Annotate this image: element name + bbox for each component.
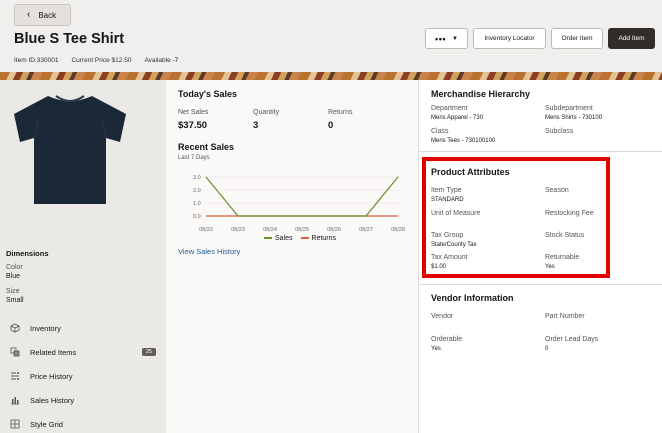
- more-icon: •••: [435, 33, 446, 44]
- chart-legend: Sales Returns: [264, 235, 336, 242]
- order-lead-days-label: Order Lead Days: [545, 336, 599, 343]
- net-sales-label: Net Sales: [178, 109, 209, 116]
- orderable-value: Yes: [431, 346, 441, 352]
- available-value: -7: [172, 57, 179, 64]
- class-label: Class: [431, 128, 449, 135]
- grid-icon: [10, 419, 20, 429]
- nav-sales-history[interactable]: Sales History: [10, 395, 156, 405]
- department-label: Department: [431, 105, 468, 112]
- product-attributes-highlight: [422, 157, 610, 278]
- item-id: Item ID 330001: [14, 57, 59, 64]
- recent-sales-subtitle: Last 7 Days: [178, 155, 210, 161]
- returns-value: 0: [328, 120, 334, 131]
- y-tick-label: 2.0: [193, 188, 201, 194]
- size-value: Small: [6, 297, 24, 304]
- available-label: Available: [144, 57, 171, 64]
- orderable-label: Orderable: [431, 336, 463, 343]
- section-divider: [419, 284, 662, 285]
- nav-related-items[interactable]: Related Items 25: [10, 347, 156, 357]
- subdepartment-label: Subdepartment: [545, 105, 593, 112]
- section-divider: [419, 151, 662, 152]
- todays-sales-title: Today's Sales: [178, 89, 238, 99]
- returns-label: Returns: [328, 109, 353, 116]
- nav-price-history[interactable]: Price History: [10, 371, 156, 381]
- back-button-label: Back: [38, 10, 57, 20]
- bar-chart-icon: [11, 397, 19, 405]
- vendor-information-title: Vendor Information: [431, 293, 514, 303]
- recent-sales-title: Recent Sales: [178, 142, 235, 152]
- y-tick-label: 3.0: [193, 175, 201, 181]
- legend-returns: Returns: [300, 235, 337, 242]
- merchandise-hierarchy-title: Merchandise Hierarchy: [431, 89, 531, 99]
- y-tick-label: 1.0: [193, 201, 201, 207]
- vendor-label: Vendor: [431, 313, 454, 320]
- chevron-left-icon: ‹: [27, 9, 31, 20]
- more-actions-button[interactable]: ••• ▼: [425, 28, 468, 49]
- x-tick-label: 08/25: [295, 227, 309, 233]
- related-items-icon: [10, 347, 20, 357]
- add-item-button[interactable]: Add Item: [608, 28, 655, 49]
- class-value: Mens Tees - 730100100: [431, 138, 496, 144]
- quantity-value: 3: [253, 120, 259, 131]
- x-tick-label: 08/22: [199, 227, 213, 233]
- sales-panel: Today's Sales Net Sales $37.50 Quantity …: [166, 80, 418, 433]
- related-items-count-badge: 25: [141, 348, 156, 356]
- decorative-banner: [0, 72, 662, 80]
- nav-price-history-label: Price History: [30, 371, 73, 381]
- price-history-icon: [11, 372, 19, 380]
- legend-returns-swatch: [300, 237, 309, 240]
- legend-sales-swatch: [264, 237, 272, 240]
- subclass-label: Subclass: [545, 128, 574, 135]
- left-panel: Dimensions Color Blue Size Small Invento…: [0, 80, 166, 433]
- department-value: Mens Apparel - 730: [431, 115, 484, 121]
- nav-inventory-label: Inventory: [30, 323, 61, 333]
- box-icon: [10, 323, 20, 333]
- subdepartment-value: Mens Shirts - 730100: [545, 115, 603, 121]
- page-title: Blue S Tee Shirt: [14, 31, 125, 47]
- color-value: Blue: [6, 273, 21, 280]
- legend-returns-label: Returns: [311, 235, 337, 242]
- series-line-sales: [205, 176, 399, 217]
- nav-style-grid-label: Style Grid: [30, 419, 63, 429]
- nav-inventory[interactable]: Inventory: [10, 323, 156, 333]
- x-tick-label: 08/27: [359, 227, 373, 233]
- caret-down-icon: ▼: [452, 35, 458, 42]
- color-label: Color: [6, 264, 23, 271]
- y-tick-label: 0.0: [193, 214, 201, 220]
- order-item-button[interactable]: Order Item: [551, 28, 603, 49]
- order-lead-days-value: 0: [545, 346, 549, 352]
- x-tick-label: 08/26: [327, 227, 341, 233]
- quantity-label: Quantity: [253, 109, 280, 116]
- legend-sales-label: Sales: [275, 235, 293, 242]
- page-header: ‹ Back Blue S Tee Shirt Item ID 330001 C…: [0, 0, 662, 72]
- back-button[interactable]: ‹ Back: [14, 4, 71, 26]
- part-number-label: Part Number: [545, 313, 585, 320]
- inventory-locator-button[interactable]: Inventory Locator: [473, 28, 546, 49]
- view-sales-history-link[interactable]: View Sales History: [178, 247, 240, 256]
- available: Available -7: [144, 57, 178, 64]
- x-tick-label: 08/23: [231, 227, 245, 233]
- details-panel: Merchandise Hierarchy Department Mens Ap…: [418, 80, 662, 433]
- dimensions-title: Dimensions: [6, 249, 49, 258]
- net-sales-value: $37.50: [178, 120, 208, 131]
- nav-sales-history-label: Sales History: [30, 395, 75, 405]
- size-label: Size: [6, 288, 20, 295]
- product-image: [14, 95, 126, 204]
- legend-sales: Sales: [264, 235, 293, 242]
- x-tick-label: 08/24: [263, 227, 277, 233]
- nav-related-items-label: Related Items: [30, 347, 77, 357]
- x-tick-label: 08/28: [391, 227, 405, 233]
- item-meta: Item ID 330001 Current Price $12.50 Avai…: [14, 57, 178, 64]
- current-price: Current Price $12.50: [71, 57, 132, 64]
- nav-style-grid[interactable]: Style Grid: [10, 419, 156, 429]
